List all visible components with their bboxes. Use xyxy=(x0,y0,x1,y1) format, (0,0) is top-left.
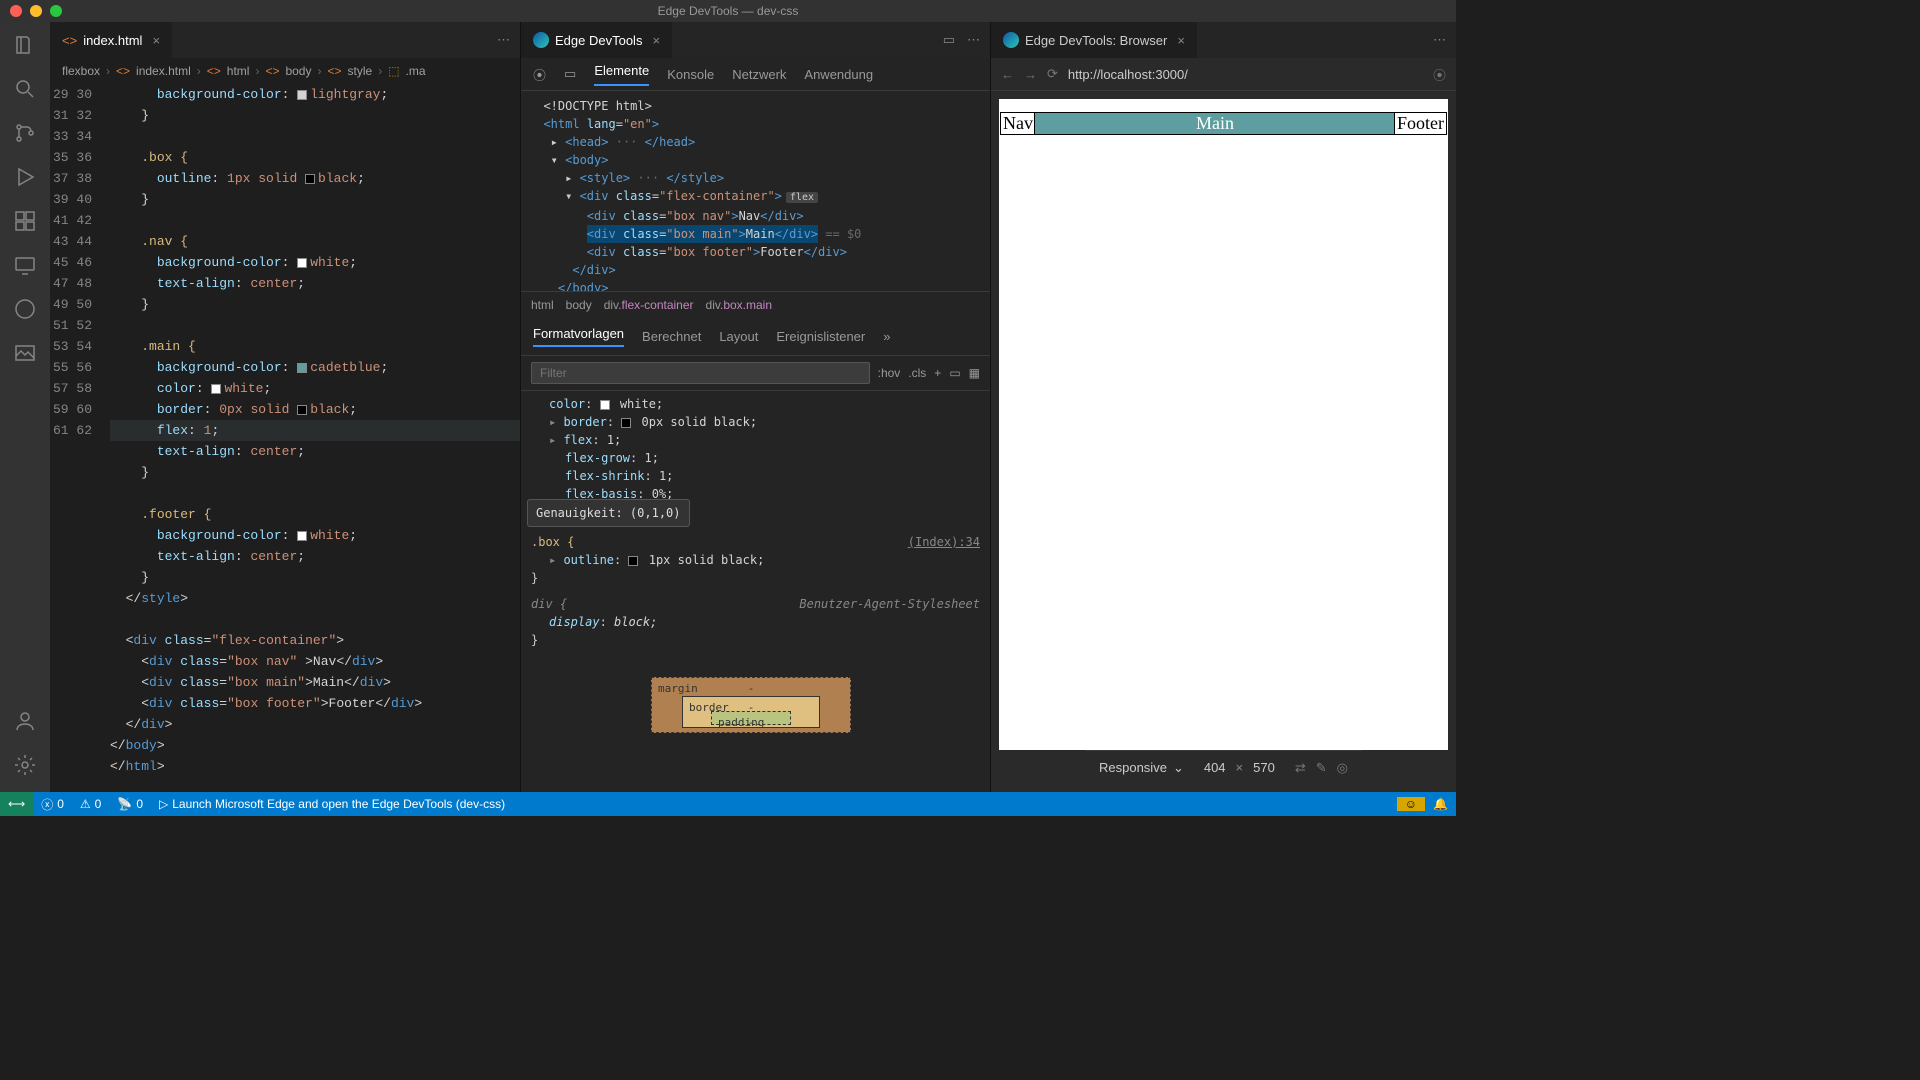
breadcrumb-item[interactable]: .ma xyxy=(406,64,426,78)
nav-forward-icon[interactable]: → xyxy=(1024,67,1037,82)
breadcrumb-item[interactable]: index.html xyxy=(136,64,191,78)
styles-tab-layout[interactable]: Layout xyxy=(719,329,758,344)
dom-crumb[interactable]: div.flex-container xyxy=(604,298,694,312)
window-close-button[interactable] xyxy=(10,5,22,17)
tag-icon: <> xyxy=(207,64,221,78)
styles-tab-formatvorlagen[interactable]: Formatvorlagen xyxy=(533,326,624,347)
breadcrumb[interactable]: flexbox› <>index.html› <>html› <>body› <… xyxy=(50,58,520,84)
browser-tab[interactable]: Edge DevTools: Browser × xyxy=(991,22,1197,58)
viewport-height[interactable]: 570 xyxy=(1253,760,1275,775)
breadcrumb-item[interactable]: body xyxy=(285,64,311,78)
dom-crumb[interactable]: body xyxy=(566,298,592,312)
devtools-column: Edge DevTools × ▭ ⋯ ⦿ ▭ Elemente Konsole… xyxy=(520,22,990,792)
screenshot-icon[interactable]: ◎ xyxy=(1337,760,1348,776)
status-bar: ⟷ ⓧ 0 ⚠ 0 📡 0 ▷ Launch Microsoft Edge an… xyxy=(0,792,1456,816)
nav-back-icon[interactable]: ← xyxy=(1001,67,1014,82)
device-icon[interactable]: ▭ xyxy=(949,366,960,380)
viewport-width[interactable]: 404 xyxy=(1204,760,1226,775)
browser-viewport[interactable]: Nav Main Footer xyxy=(999,99,1448,750)
devtools-tab[interactable]: Edge DevTools × xyxy=(521,22,672,58)
specificity-tooltip: Genauigkeit: (0,1,0) xyxy=(527,499,690,527)
dimension-separator: × xyxy=(1236,760,1244,775)
gallery-icon[interactable] xyxy=(12,340,38,366)
edge-tools-icon[interactable] xyxy=(12,296,38,322)
nav-reload-icon[interactable]: ⟳ xyxy=(1047,66,1058,82)
html-file-icon: <> xyxy=(62,33,77,48)
close-icon[interactable]: × xyxy=(152,33,160,48)
panel-tab-network[interactable]: Netzwerk xyxy=(732,67,786,82)
activity-bar xyxy=(0,22,50,792)
styles-filter-input[interactable] xyxy=(531,362,870,384)
inspect-icon[interactable]: ⦿ xyxy=(1433,65,1446,84)
remote-explorer-icon[interactable] xyxy=(12,252,38,278)
inspect-element-icon[interactable]: ⦿ xyxy=(533,65,546,84)
browser-column: Edge DevTools: Browser × ⋯ ← → ⟳ http://… xyxy=(990,22,1456,792)
notifications-icon[interactable]: 🔔 xyxy=(1425,797,1456,811)
rotate-icon[interactable]: ⇄ xyxy=(1295,760,1306,776)
device-toggle-icon[interactable]: ▭ xyxy=(564,66,576,82)
dom-crumb[interactable]: div.box.main xyxy=(706,298,772,312)
window-maximize-button[interactable] xyxy=(50,5,62,17)
url-bar[interactable]: http://localhost:3000/ xyxy=(1068,67,1423,82)
styles-tab-computed[interactable]: Berechnet xyxy=(642,329,701,344)
explorer-icon[interactable] xyxy=(12,32,38,58)
edge-icon xyxy=(1003,32,1019,48)
source-control-icon[interactable] xyxy=(12,120,38,146)
extensions-icon[interactable] xyxy=(12,208,38,234)
preview-nav: Nav xyxy=(1001,113,1035,134)
editor-tab[interactable]: <> index.html × xyxy=(50,22,172,58)
breadcrumb-item[interactable]: style xyxy=(348,64,373,78)
screenshot-magic-icon[interactable]: ✎ xyxy=(1316,760,1327,776)
window-minimize-button[interactable] xyxy=(30,5,42,17)
editor-column: <> index.html × ⋯ flexbox› <>index.html›… xyxy=(50,22,520,792)
editor-tab-label: index.html xyxy=(83,33,142,48)
errors-count[interactable]: ⓧ 0 xyxy=(33,796,72,813)
run-debug-icon[interactable] xyxy=(12,164,38,190)
code-editor[interactable]: 29 30 31 32 33 34 35 36 37 38 39 40 41 4… xyxy=(50,84,520,792)
editor-more-icon[interactable]: ⋯ xyxy=(967,32,980,48)
styles-tab-listeners[interactable]: Ereignislistener xyxy=(776,329,865,344)
cls-toggle[interactable]: .cls xyxy=(908,366,926,380)
layout-icon[interactable]: ▦ xyxy=(969,366,980,380)
split-editor-icon[interactable]: ▭ xyxy=(943,32,955,48)
styles-pane[interactable]: color: white;▸ border: 0px solid black;▸… xyxy=(521,391,990,792)
remote-indicator[interactable]: ⟷ xyxy=(0,792,33,816)
settings-gear-icon[interactable] xyxy=(12,752,38,778)
breadcrumb-item[interactable]: flexbox xyxy=(62,64,100,78)
device-selector[interactable]: Responsive ⌄ xyxy=(1099,760,1184,776)
feedback-icon[interactable]: ☺ xyxy=(1397,797,1425,811)
css-rule-icon: ⬚ xyxy=(388,64,399,78)
new-rule-icon[interactable]: + xyxy=(934,366,941,380)
panel-tab-console[interactable]: Konsole xyxy=(667,67,714,82)
launch-edge-action[interactable]: ▷ Launch Microsoft Edge and open the Edg… xyxy=(151,797,513,811)
close-icon[interactable]: × xyxy=(652,33,660,48)
browser-tab-label: Edge DevTools: Browser xyxy=(1025,33,1167,48)
preview-footer: Footer xyxy=(1395,113,1446,134)
editor-more-icon[interactable]: ⋯ xyxy=(497,32,520,48)
ports-count[interactable]: 📡 0 xyxy=(109,797,151,811)
hov-toggle[interactable]: :hov xyxy=(878,366,901,380)
html-file-icon: <> xyxy=(116,64,130,78)
warnings-count[interactable]: ⚠ 0 xyxy=(72,797,109,811)
panel-tab-application[interactable]: Anwendung xyxy=(804,67,873,82)
device-label: Responsive xyxy=(1099,760,1167,775)
dom-breadcrumb[interactable]: html body div.flex-container div.box.mai… xyxy=(521,291,990,318)
edge-icon xyxy=(533,32,549,48)
panel-tab-elements[interactable]: Elemente xyxy=(594,63,649,86)
chevron-down-icon: ⌄ xyxy=(1173,760,1184,776)
more-tabs-icon[interactable]: » xyxy=(883,329,890,344)
editor-more-icon[interactable]: ⋯ xyxy=(1433,32,1456,48)
account-icon[interactable] xyxy=(12,708,38,734)
devtools-tab-label: Edge DevTools xyxy=(555,33,642,48)
preview-main: Main xyxy=(1035,113,1395,134)
tag-icon: <> xyxy=(327,64,341,78)
titlebar: Edge DevTools — dev-css xyxy=(0,0,1456,22)
window-title: Edge DevTools — dev-css xyxy=(658,4,799,18)
tag-icon: <> xyxy=(265,64,279,78)
breadcrumb-item[interactable]: html xyxy=(227,64,250,78)
search-icon[interactable] xyxy=(12,76,38,102)
dom-crumb[interactable]: html xyxy=(531,298,554,312)
close-icon[interactable]: × xyxy=(1177,33,1185,48)
dom-tree[interactable]: ⋯ <!DOCTYPE html> <html lang="en"> ▸ <he… xyxy=(521,91,990,291)
